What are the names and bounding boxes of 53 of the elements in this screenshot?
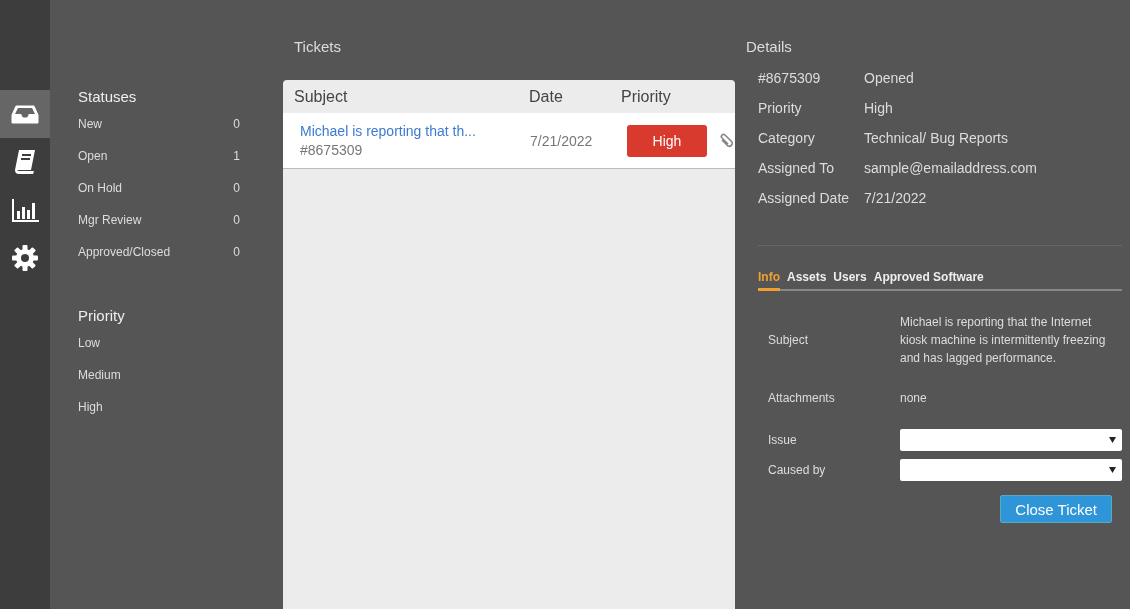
field-label: Attachments: [768, 391, 836, 405]
priority-filter[interactable]: Medium: [78, 368, 240, 400]
field-value: none: [900, 390, 928, 407]
dropdown-field[interactable]: [900, 429, 1122, 451]
status-filter[interactable]: On Hold: [78, 181, 123, 195]
section-title: Tickets: [294, 38, 342, 55]
tab[interactable]: Approved Software: [873, 270, 984, 291]
dropdown-field[interactable]: [900, 459, 1122, 481]
tab[interactable]: Assets: [787, 270, 827, 291]
field-value: sample@emailaddress.com: [864, 160, 1037, 178]
status-filter[interactable]: Mgr Review: [78, 213, 142, 227]
column-header: Date: [529, 87, 564, 106]
priority-filter[interactable]: Low: [78, 336, 240, 368]
field-value: Opened: [864, 70, 914, 88]
field-label: Assigned Date: [758, 190, 851, 208]
column-header: Subject: [294, 87, 349, 106]
status-count: 0: [233, 245, 240, 259]
settings-icon: [11, 244, 39, 272]
ticket-number: #8675309: [300, 142, 364, 158]
column-header: Priority: [621, 87, 672, 106]
field-label: Caused by: [768, 463, 827, 477]
ticket-subject-link[interactable]: Michael is reporting that th...: [300, 123, 520, 139]
field-label: Priority: [758, 100, 803, 118]
field-label: Issue: [768, 433, 798, 447]
status-count: 0: [233, 117, 240, 131]
status-filter[interactable]: Approved/Closed: [78, 245, 171, 259]
ticket-date: 7/21/2022: [530, 132, 594, 149]
section-title: Priority: [78, 307, 126, 324]
section-title: Details: [746, 38, 793, 55]
caret-icon: [1109, 437, 1116, 443]
status-count: 1: [233, 149, 240, 163]
field-value: Technical/ Bug Reports: [864, 130, 1008, 148]
field-label: Category: [758, 130, 816, 148]
field-value: 7/21/2022: [864, 190, 927, 208]
section-title: Statuses: [78, 88, 138, 105]
caret-icon: [1109, 467, 1116, 473]
status-filter[interactable]: New: [78, 117, 102, 131]
status-count: 0: [233, 181, 240, 195]
field-value: Michael is reporting that the Internet kiosk machine is intermittently freezing and has lagged performance.: [900, 314, 1107, 367]
priority-filter[interactable]: High: [78, 400, 240, 432]
ticket-row[interactable]: Michael is reporting that th... #8675309 7/21/2022 High: [283, 113, 735, 169]
priority-badge: High: [627, 124, 707, 157]
field-label: Subject: [768, 333, 810, 347]
field-label: #8675309: [758, 70, 822, 88]
tab[interactable]: Users: [833, 270, 867, 291]
field-label: Assigned To: [758, 160, 835, 178]
nav-button[interactable]: [0, 90, 50, 138]
close-ticket-button[interactable]: Close Ticket: [1000, 495, 1112, 523]
tab[interactable]: Info: [758, 270, 780, 291]
status-filter[interactable]: Open: [78, 149, 108, 163]
status-count: 0: [233, 213, 240, 227]
field-value: High: [864, 100, 893, 118]
bar-chart-icon: [11, 196, 39, 224]
